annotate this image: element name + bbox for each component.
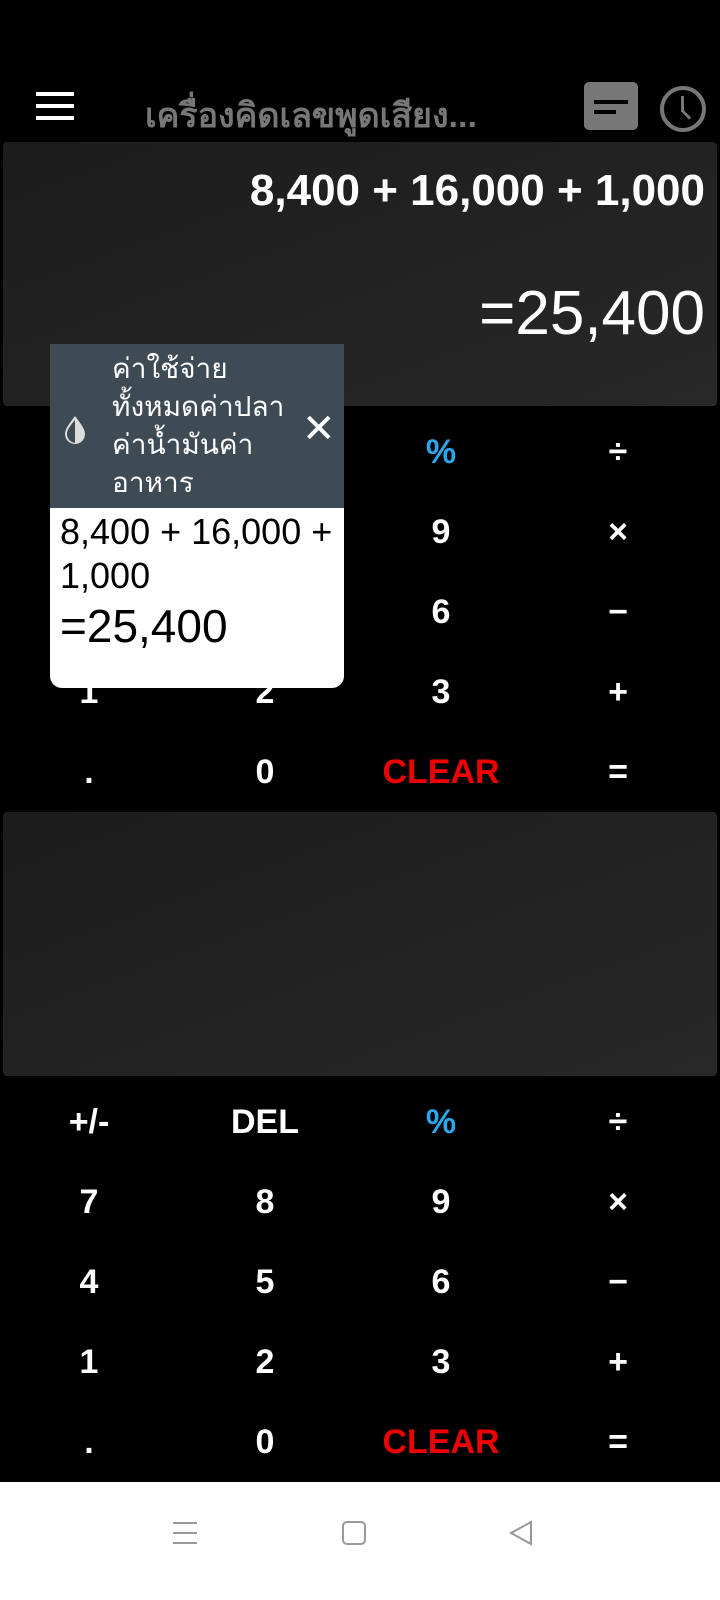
app-bar: เครื่องคิดเลขพูดเสียง... <box>0 60 720 140</box>
contrast-drop-icon[interactable] <box>60 414 90 444</box>
display-bottom <box>3 812 717 1076</box>
key-minus-button[interactable]: − <box>530 1263 706 1302</box>
expression-text: 8,400 + 16,000 + 1,000 <box>249 166 705 215</box>
key-percent-button[interactable]: % <box>353 433 529 472</box>
home-icon[interactable] <box>341 1520 367 1546</box>
key-decimal-button[interactable]: . <box>1 753 177 792</box>
result-text: =25,400 <box>479 279 705 348</box>
key-multiply-button[interactable]: × <box>530 513 706 552</box>
keypad-row: . 0 CLEAR = <box>0 733 720 813</box>
app-title: เครื่องคิดเลขพูดเสียง... <box>145 97 477 135</box>
key-3-button[interactable]: 3 <box>353 673 529 712</box>
key-plus-button[interactable]: + <box>530 1343 706 1382</box>
keypad-row: 789× <box>0 1163 720 1243</box>
key-8-button[interactable]: 8 <box>177 1183 353 1222</box>
key-delete-button[interactable]: DEL <box>177 1103 353 1142</box>
key-2-button[interactable]: 2 <box>177 1343 353 1382</box>
key-3-button[interactable]: 3 <box>353 1343 529 1382</box>
key-clear-button[interactable]: CLEAR <box>353 1423 529 1462</box>
key-divide-button[interactable]: ÷ <box>530 1103 706 1142</box>
popup-result: =25,400 <box>60 600 228 652</box>
key-multiply-button[interactable]: × <box>530 1183 706 1222</box>
key-5-button[interactable]: 5 <box>177 1263 353 1302</box>
popup-expression: 8,400 + 16,000 + 1,000 <box>60 511 333 596</box>
key-0-button[interactable]: 0 <box>177 753 353 792</box>
clock-icon[interactable] <box>660 86 706 132</box>
recent-apps-icon[interactable] <box>172 1520 198 1546</box>
keypad-bottom: +/- DEL% ÷ 7 8 9 × 4 5 6−1 2 3 +. 0 CLEAR = <box>0 1083 720 1483</box>
keypad-row: 456− <box>0 1243 720 1323</box>
floating-result-popup[interactable]: ค่าใช้จ่ายทั้งหมดค่าปลาค่าน้ำมันค่าอาหาร… <box>50 344 344 688</box>
key-plus-button[interactable]: + <box>530 673 706 712</box>
key-plus-minus-button[interactable]: +/- <box>1 1103 177 1142</box>
key-equals-button[interactable]: = <box>530 1423 706 1462</box>
back-icon[interactable] <box>508 1520 534 1546</box>
keypad-row: +/-DEL%÷ <box>0 1083 720 1163</box>
key-decimal-button[interactable]: . <box>1 1423 177 1462</box>
key-4-button[interactable]: 4 <box>1 1263 177 1302</box>
calendar-icon[interactable] <box>584 82 638 130</box>
menu-icon[interactable] <box>36 92 74 120</box>
key-0-button[interactable]: 0 <box>177 1423 353 1462</box>
key-equals-button[interactable]: = <box>530 753 706 792</box>
key-divide-button[interactable]: ÷ <box>530 433 706 472</box>
system-nav-bar <box>0 1482 720 1600</box>
popup-header: ค่าใช้จ่ายทั้งหมดค่าปลาค่าน้ำมันค่าอาหาร… <box>50 344 344 508</box>
popup-title: ค่าใช้จ่ายทั้งหมดค่าปลาค่าน้ำมันค่าอาหาร <box>112 353 285 498</box>
key-6-button[interactable]: 6 <box>353 1263 529 1302</box>
close-icon[interactable]: ✕ <box>302 406 336 452</box>
key-9-button[interactable]: 9 <box>353 513 529 552</box>
key-6-button[interactable]: 6 <box>353 593 529 632</box>
keypad-row: . 0 CLEAR = <box>0 1403 720 1483</box>
key-minus-button[interactable]: − <box>530 593 706 632</box>
key-7-button[interactable]: 7 <box>1 1183 177 1222</box>
key-percent-button[interactable]: % <box>353 1103 529 1142</box>
key-9-button[interactable]: 9 <box>353 1183 529 1222</box>
key-clear-button[interactable]: CLEAR <box>353 753 529 792</box>
key-1-button[interactable]: 1 <box>1 1343 177 1382</box>
keypad-row: 1 2 3 + <box>0 1323 720 1403</box>
